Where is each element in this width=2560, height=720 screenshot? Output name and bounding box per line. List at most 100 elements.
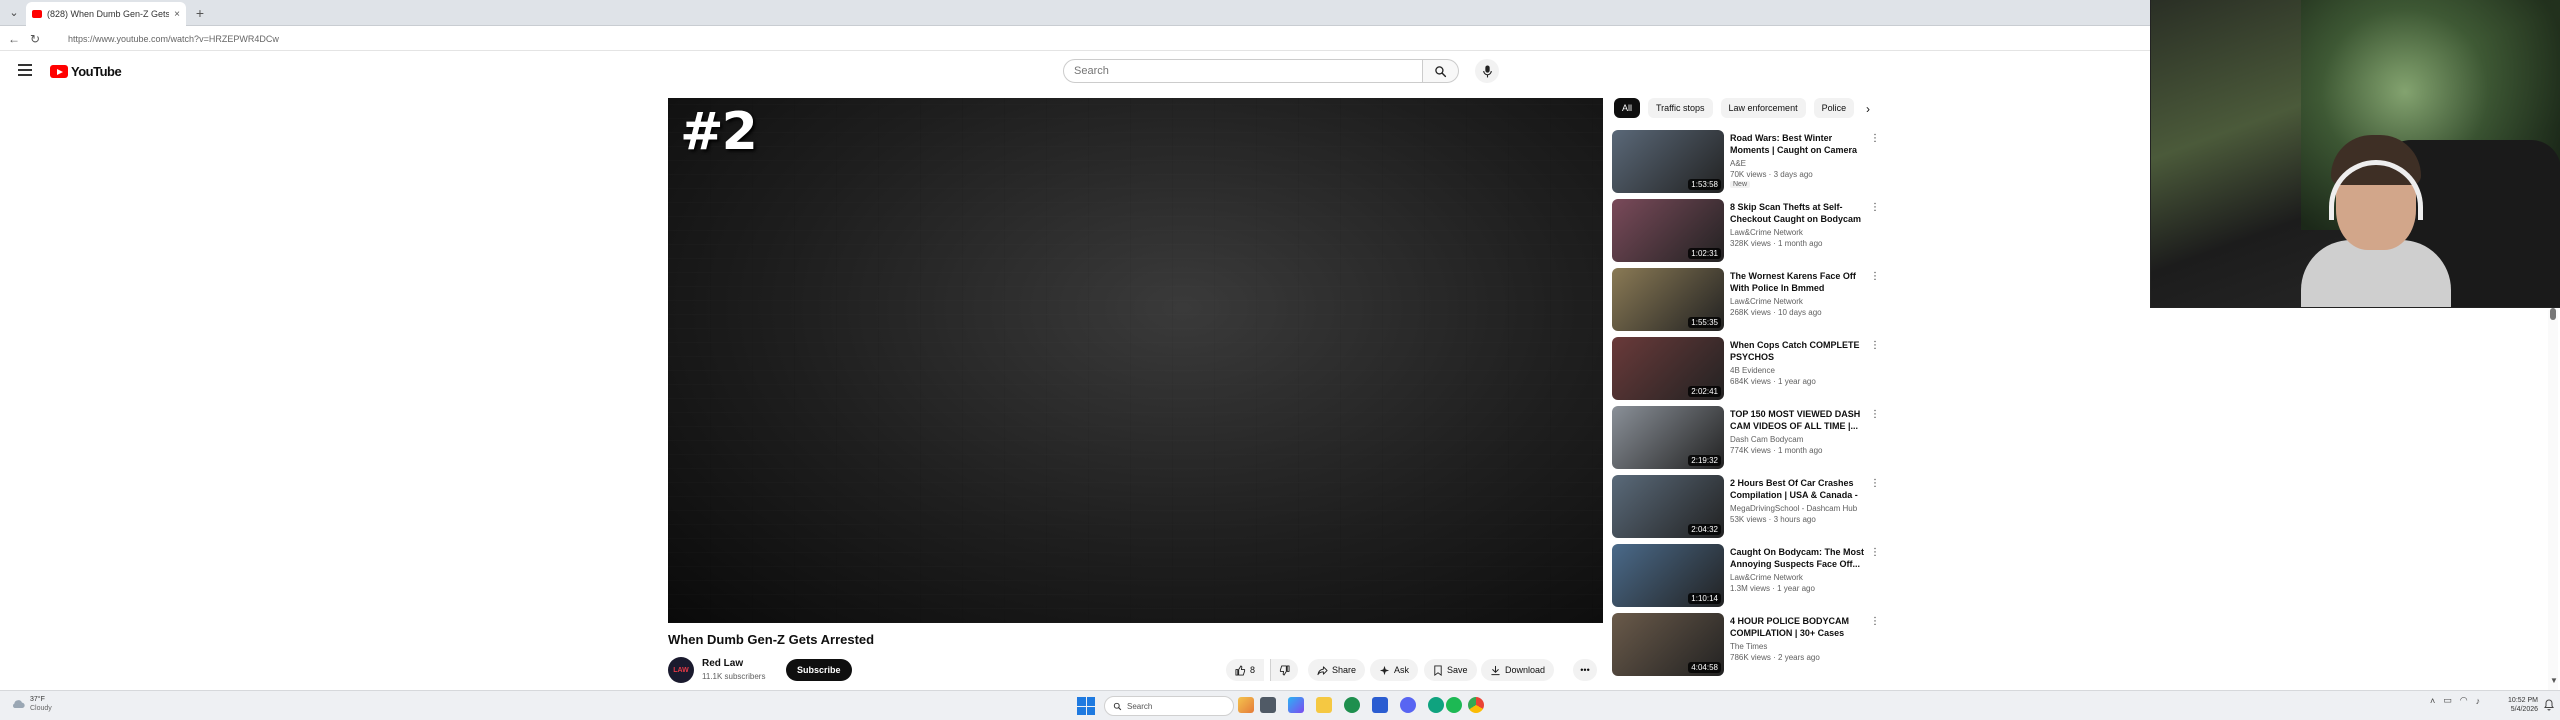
volume-icon[interactable]: ♪ [2476,696,2481,706]
rec-channel[interactable]: 4B Evidence [1730,366,1775,375]
chips-next-chevron-icon[interactable]: › [1858,99,1878,119]
rec-duration: 2:02:41 [1688,386,1721,397]
ask-label: Ask [1394,665,1410,675]
recommendation-item[interactable]: 2:04:32 2 Hours Best Of Car Crashes Comp… [1612,475,1882,541]
tab-close-icon[interactable]: × [174,9,180,20]
rec-more-vertical-icon[interactable]: ⋮ [1870,410,1880,420]
rec-more-vertical-icon[interactable]: ⋮ [1870,341,1880,351]
notification-bell-icon[interactable] [2544,699,2554,711]
hamburger-menu-icon[interactable] [18,64,32,76]
voice-search-button[interactable] [1475,59,1499,83]
rec-thumbnail[interactable]: 1:02:31 [1612,199,1724,262]
search-button[interactable] [1423,59,1459,83]
save-button[interactable]: Save [1424,659,1477,681]
rec-title[interactable]: Caught On Bodycam: The Most Annoying Sus… [1730,546,1865,570]
rec-title[interactable]: Road Wars: Best Winter Moments | Caught … [1730,132,1865,156]
tab-menu-chevron-icon[interactable]: ⌄ [6,5,22,21]
rec-thumbnail[interactable]: 1:10:14 [1612,544,1724,607]
chip-all[interactable]: All [1614,98,1641,118]
rec-title[interactable]: When Cops Catch COMPLETE PSYCHOS [1730,339,1865,363]
rec-channel[interactable]: Law&Crime Network [1730,573,1803,582]
page-scrollbar-thumb[interactable] [2550,308,2556,320]
widgets-app-icon[interactable] [1238,697,1254,713]
rec-more-vertical-icon[interactable]: ⋮ [1870,203,1880,213]
like-button[interactable]: 8 [1226,659,1265,681]
taskbar-clock[interactable]: 10:52 PM 5/4/2026 [2498,696,2538,714]
scroll-down-arrow-icon[interactable]: ▼ [2550,676,2558,685]
channel-name-link[interactable]: Red Law [702,658,743,669]
ask-button[interactable]: Ask [1370,659,1419,681]
dislike-button[interactable] [1270,659,1298,681]
rec-thumbnail[interactable]: 2:19:32 [1612,406,1724,469]
rec-channel[interactable]: The Times [1730,642,1767,651]
recommendation-item[interactable]: 2:19:32 TOP 150 MOST VIEWED DASH CAM VID… [1612,406,1882,472]
battery-icon[interactable]: ▭ [2443,695,2452,706]
rec-more-vertical-icon[interactable]: ⋮ [1870,617,1880,627]
recommendation-item[interactable]: 1:53:58 Road Wars: Best Winter Moments |… [1612,130,1882,196]
rec-title[interactable]: TOP 150 MOST VIEWED DASH CAM VIDEOS OF A… [1730,408,1865,432]
video-player[interactable]: #2 [668,98,1603,623]
channel-avatar[interactable]: LAW [668,657,694,683]
rec-thumbnail[interactable]: 4:04:58 [1612,613,1724,676]
new-tab-button[interactable]: + [192,5,208,21]
rec-more-vertical-icon[interactable]: ⋮ [1870,479,1880,489]
taskbar-search-box[interactable]: Search [1104,696,1234,716]
rec-duration: 1:02:31 [1688,248,1721,259]
chip-police[interactable]: Police [1813,98,1855,118]
recommendation-item[interactable]: 2:02:41 When Cops Catch COMPLETE PSYCHOS… [1612,337,1882,403]
rec-channel[interactable]: Dash Cam Bodycam [1730,435,1803,444]
task-view-icon[interactable] [1260,697,1276,713]
back-arrow-icon[interactable]: ← [8,32,20,46]
rec-title[interactable]: 2 Hours Best Of Car Crashes Compilation … [1730,477,1865,501]
save-label: Save [1447,665,1468,675]
rec-more-vertical-icon[interactable]: ⋮ [1870,272,1880,282]
spotify-icon[interactable] [1446,697,1462,713]
rec-channel[interactable]: Law&Crime Network [1730,228,1803,237]
video-frame-texture [668,98,1603,623]
chip-law-enforcement[interactable]: Law enforcement [1720,98,1806,118]
rec-duration: 2:04:32 [1688,524,1721,535]
chip-traffic-stops[interactable]: Traffic stops [1648,98,1713,118]
taskbar-search-label: Search [1127,701,1153,711]
copilot-icon[interactable] [1288,697,1304,713]
edge-browser-icon[interactable] [1344,697,1360,713]
video-title: When Dumb Gen-Z Gets Arrested [668,632,875,647]
rec-duration: 4:04:58 [1688,662,1721,673]
share-button[interactable]: Share [1308,659,1366,681]
rec-thumbnail[interactable]: 2:04:32 [1612,475,1724,538]
chrome-icon[interactable] [1468,697,1484,713]
subscribe-button[interactable]: Subscribe [786,659,852,681]
weather-widget[interactable]: 37°F Cloudy [10,695,52,713]
rec-more-vertical-icon[interactable]: ⋮ [1870,548,1880,558]
rec-thumbnail[interactable]: 2:02:41 [1612,337,1724,400]
wifi-icon[interactable]: ◠ [2460,695,2468,706]
discord-icon[interactable] [1400,697,1416,713]
recommendation-item[interactable]: 1:02:31 8 Skip Scan Thefts at Self-Check… [1612,199,1882,265]
recommendation-item[interactable]: 4:04:58 4 HOUR POLICE BODYCAM COMPILATIO… [1612,613,1882,679]
rec-channel[interactable]: MegaDrivingSchool - Dashcam Hub [1730,504,1857,513]
browser-tab-active[interactable]: (828) When Dumb Gen-Z Gets × [26,2,186,26]
rec-channel[interactable]: A&E [1730,159,1746,168]
rec-title[interactable]: 8 Skip Scan Thefts at Self-Checkout Caug… [1730,201,1865,225]
file-explorer-icon[interactable] [1316,697,1332,713]
search-input[interactable] [1074,65,1422,77]
windows-start-icon[interactable] [1077,697,1095,715]
download-button[interactable]: Download [1481,659,1555,681]
refresh-icon[interactable]: ↻ [30,32,40,46]
more-actions-button[interactable]: ••• [1573,659,1597,681]
clock-date: 5/4/2026 [2510,706,2538,713]
rec-channel[interactable]: Law&Crime Network [1730,297,1803,306]
rec-more-vertical-icon[interactable]: ⋮ [1870,134,1880,144]
url-field[interactable]: https://www.youtube.com/watch?v=HRZEPWR4… [54,30,2134,48]
youtube-logo[interactable]: YouTube [50,64,122,79]
rec-title[interactable]: The Wornest Karens Face Off With Police … [1730,270,1865,294]
rec-title[interactable]: 4 HOUR POLICE BODYCAM COMPILATION | 30+ … [1730,615,1865,639]
rec-thumbnail[interactable]: 1:53:58 [1612,130,1724,193]
rec-thumbnail[interactable]: 1:55:35 [1612,268,1724,331]
recommendation-item[interactable]: 1:10:14 Caught On Bodycam: The Most Anno… [1612,544,1882,610]
recommendation-item[interactable]: 1:55:35 The Wornest Karens Face Off With… [1612,268,1882,334]
page-scrollbar-track[interactable] [2548,310,2558,690]
store-icon[interactable] [1372,697,1388,713]
chat-app-icon[interactable] [1428,697,1444,713]
tray-overflow-chevron-icon[interactable]: ˄ [2430,696,2435,706]
